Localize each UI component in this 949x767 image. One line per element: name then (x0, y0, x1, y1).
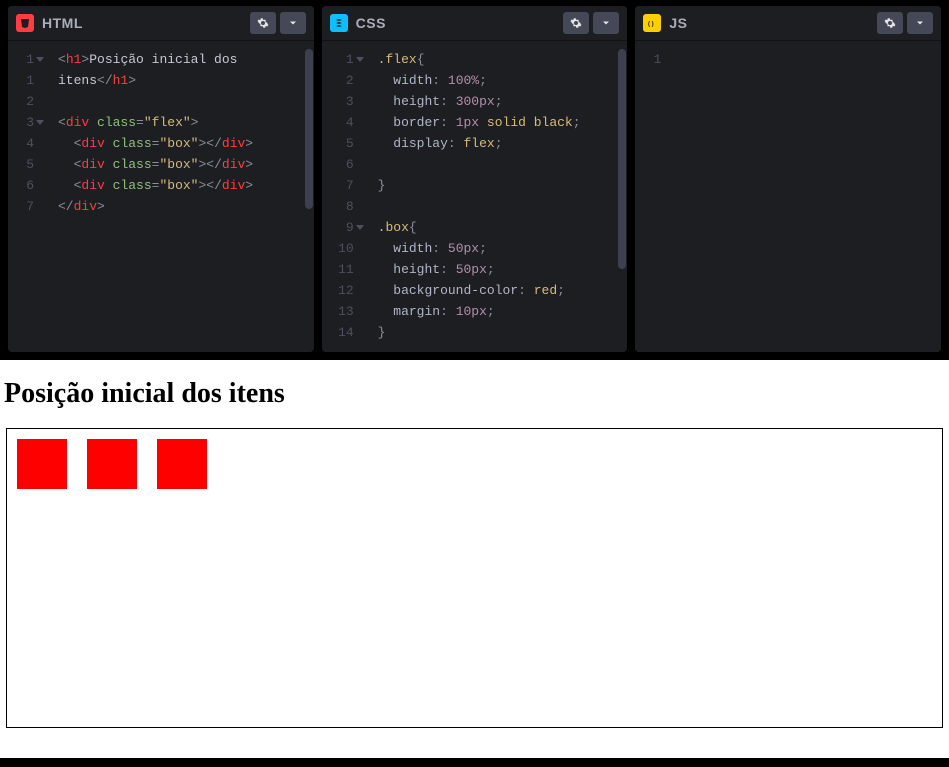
panel-html-dropdown-button[interactable] (280, 12, 306, 34)
gear-icon (884, 17, 896, 29)
panel-css-scrollbar[interactable] (618, 49, 626, 269)
panel-js-header: ( ) JS (635, 6, 941, 41)
panel-css-settings-button[interactable] (563, 12, 589, 34)
panel-html-title: HTML (42, 15, 83, 31)
panel-js-gutter: 1 (635, 41, 669, 352)
panel-html-gutter: 11234567 (8, 41, 42, 352)
css-badge-icon (330, 14, 348, 32)
output-preview: Posição inicial dos itens (0, 360, 949, 758)
panel-css-code[interactable]: .flex{ width: 100%; height: 300px; borde… (362, 41, 628, 352)
panel-css-title-wrap: CSS (330, 14, 386, 32)
panel-html-settings-button[interactable] (250, 12, 276, 34)
chevron-down-icon (287, 17, 299, 29)
panel-css-dropdown-button[interactable] (593, 12, 619, 34)
panel-css-actions (563, 12, 619, 34)
panel-html-scrollbar[interactable] (305, 49, 313, 209)
panel-css-title: CSS (356, 15, 386, 31)
gear-icon (257, 17, 269, 29)
panel-css: CSS 1234567891011121314 .flex{ width: 10… (322, 6, 628, 352)
html-badge-icon (16, 14, 34, 32)
output-heading: Posição inicial dos itens (0, 360, 949, 428)
panel-html-actions (250, 12, 306, 34)
panel-js-actions (877, 12, 933, 34)
chevron-down-icon (600, 17, 612, 29)
output-box (17, 439, 67, 489)
panel-js-title-wrap: ( ) JS (643, 14, 687, 32)
editors-row: HTML 11234567 <h1>Posição inicial dos it… (0, 0, 949, 360)
panel-js-settings-button[interactable] (877, 12, 903, 34)
panel-js-title: JS (669, 15, 687, 31)
panel-html-code[interactable]: <h1>Posição inicial dos itens</h1> <div … (42, 41, 314, 352)
panel-css-code-area[interactable]: 1234567891011121314 .flex{ width: 100%; … (322, 41, 628, 352)
panel-html-code-area[interactable]: 11234567 <h1>Posição inicial dos itens</… (8, 41, 314, 352)
panel-js-code-area[interactable]: 1 (635, 41, 941, 352)
svg-text:( ): ( ) (648, 22, 654, 28)
panel-js: ( ) JS 1 (635, 6, 941, 352)
panel-css-header: CSS (322, 6, 628, 41)
panel-css-gutter: 1234567891011121314 (322, 41, 362, 352)
panel-html-header: HTML (8, 6, 314, 41)
panel-html-title-wrap: HTML (16, 14, 83, 32)
panel-js-dropdown-button[interactable] (907, 12, 933, 34)
js-badge-icon: ( ) (643, 14, 661, 32)
panel-js-code[interactable] (669, 41, 941, 352)
output-flex-container (6, 428, 943, 728)
output-box (87, 439, 137, 489)
chevron-down-icon (914, 17, 926, 29)
output-box (157, 439, 207, 489)
panel-html: HTML 11234567 <h1>Posição inicial dos it… (8, 6, 314, 352)
gear-icon (570, 17, 582, 29)
